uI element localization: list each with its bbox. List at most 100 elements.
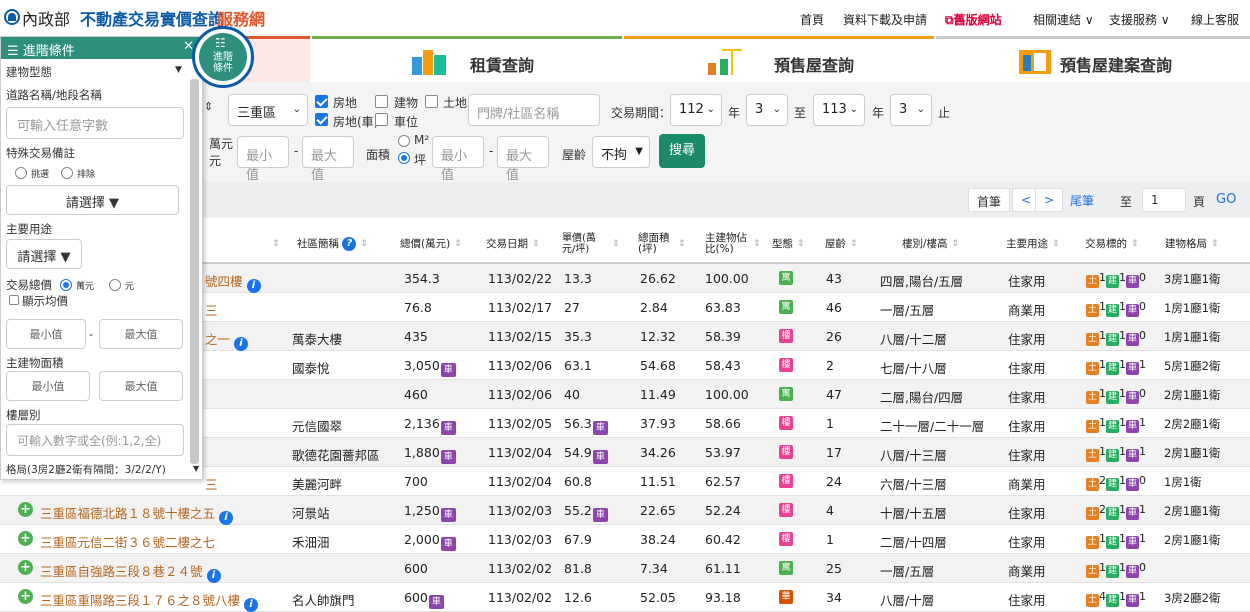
radio-yuan[interactable] — [109, 279, 121, 291]
checkbox-land[interactable] — [425, 95, 438, 108]
price-min-input[interactable]: 最小值 — [237, 136, 289, 183]
floor-input[interactable]: 可輸入數字或全(例:1,2,全) — [6, 424, 184, 456]
parking-badge-icon[interactable]: 車 — [592, 508, 608, 522]
month-to-select[interactable]: 3 ⌄ — [890, 94, 932, 126]
sort-icon[interactable]: ⇕ — [268, 224, 280, 264]
next-page-button[interactable]: > — [1035, 188, 1064, 212]
checkbox-house-land[interactable] — [315, 95, 328, 108]
year-from-select[interactable]: 112 ⌄ — [670, 94, 722, 126]
checkbox-house-land-parking[interactable] — [315, 113, 328, 126]
nav-download[interactable]: 資料下載及申請 — [843, 11, 927, 28]
tab-rent[interactable]: 租賃查詢 — [312, 36, 622, 82]
first-page-button[interactable]: 首筆 — [968, 188, 1011, 212]
radio-pick[interactable] — [15, 167, 27, 179]
logo-title[interactable]: 不動產交易實價查詢 — [80, 6, 224, 30]
logo-ministry[interactable]: 內政部 — [22, 6, 70, 30]
radio-area-m2[interactable] — [398, 135, 410, 147]
table-row[interactable]: + 三重區福德北路１８號十樓之五 i 河景站 1,250 車 113/02/03 55.2 車… — [0, 496, 1250, 525]
area-max-input[interactable]: 最大值 — [497, 136, 549, 183]
col-target[interactable]: 交易標的 ⇕ — [1085, 224, 1157, 264]
special-select[interactable]: 請選擇 ▼ — [6, 185, 179, 215]
col-use[interactable]: 主要用途 ⇕ — [1006, 224, 1076, 264]
expand-icon[interactable]: + — [18, 531, 33, 546]
year-to-select[interactable]: 113 ⌄ — [813, 94, 865, 126]
parking-badge-icon[interactable]: 車 — [428, 595, 444, 609]
building-count: 1 — [1119, 532, 1126, 545]
expand-icon[interactable]: + — [18, 502, 33, 517]
parking-badge-icon[interactable]: 車 — [592, 450, 608, 464]
table-row[interactable]: + 三重區元信二街３６號二樓之七 禾沺沺 2,000 車 113/02/03 67.9 38.… — [0, 525, 1250, 554]
city-caret-icon[interactable]: ⇕ — [204, 100, 213, 113]
chevron-down-icon[interactable]: ▼ — [175, 65, 182, 75]
tab-presale[interactable]: 預售屋查詢 — [624, 36, 934, 82]
nav-chat[interactable]: 線上客服 — [1191, 11, 1239, 28]
checkbox-building[interactable] — [375, 95, 388, 108]
area-max-panel-input[interactable]: 最大值 — [99, 371, 183, 401]
col-price[interactable]: 總價(萬元) ⇕ — [400, 224, 480, 264]
address-link[interactable]: 號四樓 i — [205, 271, 261, 293]
panel-scrollbar[interactable] — [190, 79, 199, 464]
col-layout[interactable]: 建物格局 ⇕ — [1165, 224, 1245, 264]
ministry-logo-icon[interactable] — [4, 9, 20, 25]
road-input[interactable]: 可輸入任意字數 — [6, 107, 184, 139]
parking-badge-icon[interactable]: 車 — [440, 421, 456, 435]
area-min-input[interactable]: 最小值 — [432, 136, 484, 183]
radio-exclude[interactable] — [61, 167, 73, 179]
area-min-panel-input[interactable]: 最小值 — [6, 371, 90, 401]
main-use-select[interactable]: 請選擇 ▼ — [6, 239, 82, 269]
address-link[interactable]: 三 — [205, 474, 218, 493]
parking-badge-icon[interactable]: 車 — [440, 450, 456, 464]
address-link[interactable]: 三重區福德北路１８號十樓之五 i — [40, 503, 233, 525]
address-link[interactable]: 之一 i — [205, 329, 248, 351]
checkbox-show-avg[interactable] — [9, 295, 19, 305]
table-row[interactable]: + 三重區重陽路三段１７６之８號八樓 i 名人帥旗門 600 車 113/02/02 12.… — [0, 583, 1250, 612]
checkbox-parking[interactable] — [375, 113, 388, 126]
nav-support[interactable]: 支援服務 ∨ — [1109, 11, 1170, 28]
price-max-input[interactable]: 最大值 — [302, 136, 354, 183]
col-community[interactable]: 社區簡稱 ? ⇕ — [297, 224, 392, 264]
expand-icon[interactable]: + — [18, 560, 33, 575]
radio-area-ping[interactable] — [398, 152, 410, 164]
search-button[interactable]: 搜尋 — [659, 134, 705, 168]
advanced-toggle-button[interactable]: ☷ 進階 條件 — [192, 26, 254, 88]
address-link[interactable]: 三重區重陽路三段１７６之８號八樓 i — [40, 590, 258, 612]
total-min-input[interactable]: 最小值 — [6, 319, 86, 349]
parking-badge-icon[interactable]: 車 — [592, 421, 608, 435]
table-row[interactable]: + 三重區自強路三段８巷２４號 i 600 113/02/02 81.8 7.34 61.1… — [0, 554, 1250, 583]
help-icon[interactable]: ? — [342, 237, 357, 251]
info-icon[interactable]: i — [234, 337, 248, 351]
col-type[interactable]: 型態 ⇕ — [772, 224, 818, 264]
tab-presale-project[interactable]: 預售屋建案查詢 — [936, 36, 1250, 82]
last-page-button[interactable]: 尾筆 — [1062, 188, 1102, 212]
info-icon[interactable]: i — [219, 511, 233, 525]
col-area[interactable]: 總面積(坪) ⇕ — [638, 224, 702, 264]
parking-badge-icon[interactable]: 車 — [440, 537, 456, 551]
address-link[interactable]: 三重區元信二街３６號二樓之七 — [40, 532, 215, 551]
expand-icon[interactable]: + — [18, 589, 33, 604]
radio-wan[interactable] — [60, 279, 72, 291]
nav-links[interactable]: 相關連結 ∨ — [1033, 11, 1094, 28]
total-max-input[interactable]: 最大值 — [99, 319, 183, 349]
nav-home[interactable]: 首頁 — [800, 11, 824, 28]
info-icon[interactable]: i — [246, 279, 261, 293]
chevron-down-icon[interactable]: ▼ — [193, 464, 199, 473]
total-price-value: 3,050 — [404, 358, 440, 373]
address-link[interactable]: 三 — [205, 300, 218, 319]
address-link[interactable]: 三重區自強路三段８巷２４號 i — [40, 561, 221, 583]
parking-badge-icon[interactable]: 車 — [440, 508, 456, 522]
col-floor[interactable]: 樓別/樓高 ⇕ — [902, 224, 1002, 264]
info-icon[interactable]: i — [244, 598, 258, 612]
parking-badge-icon[interactable]: 車 — [440, 363, 456, 377]
age-select[interactable]: 不拘 ▼ — [592, 136, 650, 168]
col-date[interactable]: 交易日期 ⇕ — [486, 224, 554, 264]
page-input[interactable]: 1 — [1142, 188, 1186, 212]
address-input[interactable]: 門牌/社區名稱 — [468, 94, 600, 126]
col-main-ratio[interactable]: 主建物佔比(%) ⇕ — [705, 224, 769, 264]
go-button[interactable]: GO — [1208, 188, 1244, 212]
nav-old-site[interactable]: ⧉舊版網站 — [945, 11, 1002, 28]
col-unit-price[interactable]: 單價(萬元/坪) ⇕ — [562, 224, 632, 264]
col-age[interactable]: 屋齡 ⇕ — [825, 224, 869, 264]
info-icon[interactable]: i — [206, 569, 221, 583]
month-from-select[interactable]: 3 ⌄ — [746, 94, 788, 126]
district-select[interactable]: 三重區 ⌄ — [228, 94, 308, 126]
